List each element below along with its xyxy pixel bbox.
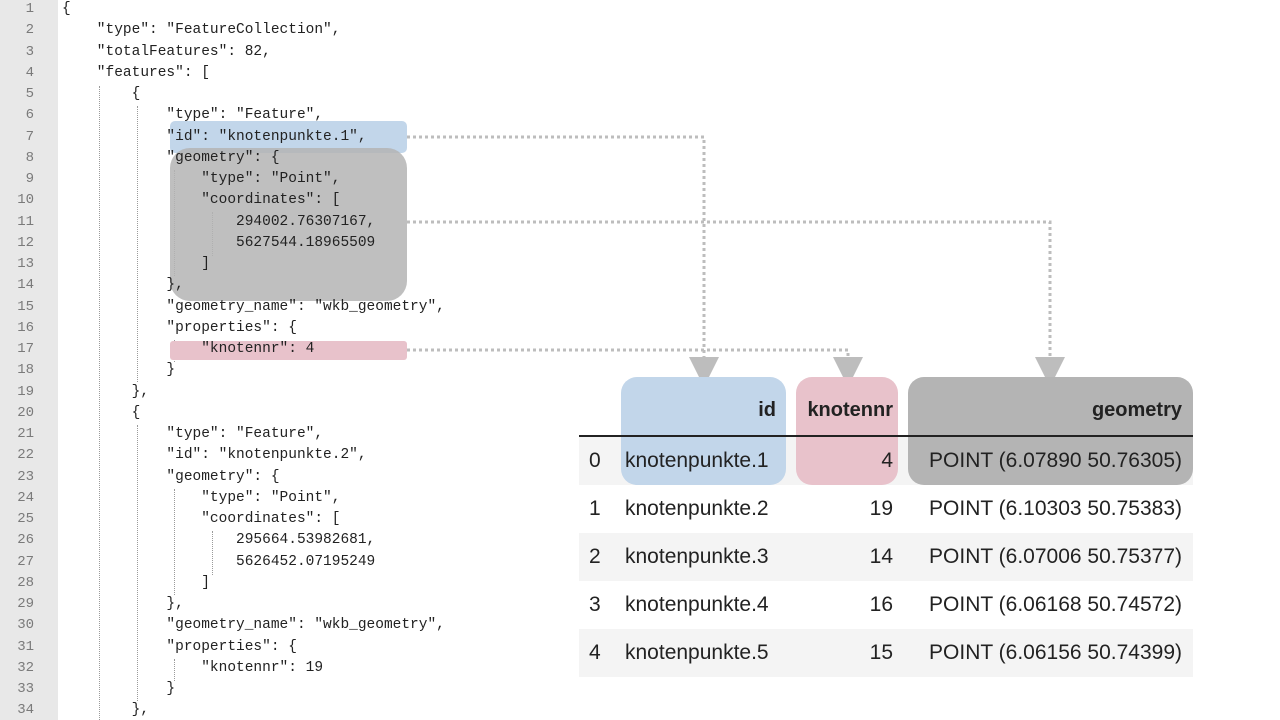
row-index-cell: 0 xyxy=(589,449,601,472)
id-connector xyxy=(407,135,719,387)
geometry-cell: POINT (6.06168 50.74572) xyxy=(929,593,1182,616)
knotennr-cell: 19 xyxy=(869,497,893,520)
row-index-cell: 4 xyxy=(589,641,601,664)
geometry-cell: POINT (6.07890 50.76305) xyxy=(929,449,1182,472)
id-cell: knotenpunkte.4 xyxy=(625,593,769,616)
geometry-cell: POINT (6.10303 50.75383) xyxy=(929,497,1182,520)
knotennr-cell: 14 xyxy=(869,545,893,568)
column-header-id: id xyxy=(758,399,776,421)
geometry-cell: POINT (6.06156 50.74399) xyxy=(929,641,1182,664)
geodataframe-table: id knotennr geometry 0 knotenpunkte.1 4 POI… xyxy=(579,377,1193,677)
knotennr-cell: 4 xyxy=(881,449,893,472)
knotennr-cell: 15 xyxy=(869,641,893,664)
id-cell: knotenpunkte.3 xyxy=(625,545,769,568)
row-index-cell: 3 xyxy=(589,593,601,616)
id-cell: knotenpunkte.1 xyxy=(625,449,769,472)
row-index-cell: 1 xyxy=(589,497,601,520)
knotennr-cell: 16 xyxy=(869,593,893,616)
id-cell: knotenpunkte.5 xyxy=(625,641,769,664)
header-divider xyxy=(579,435,1193,437)
column-header-knotennr: knotennr xyxy=(807,399,893,421)
id-cell: knotenpunkte.2 xyxy=(625,497,769,520)
geometry-cell: POINT (6.07006 50.75377) xyxy=(929,545,1182,568)
knotennr-connector xyxy=(407,348,863,387)
row-index-cell: 2 xyxy=(589,545,601,568)
column-header-geometry: geometry xyxy=(1091,399,1182,421)
